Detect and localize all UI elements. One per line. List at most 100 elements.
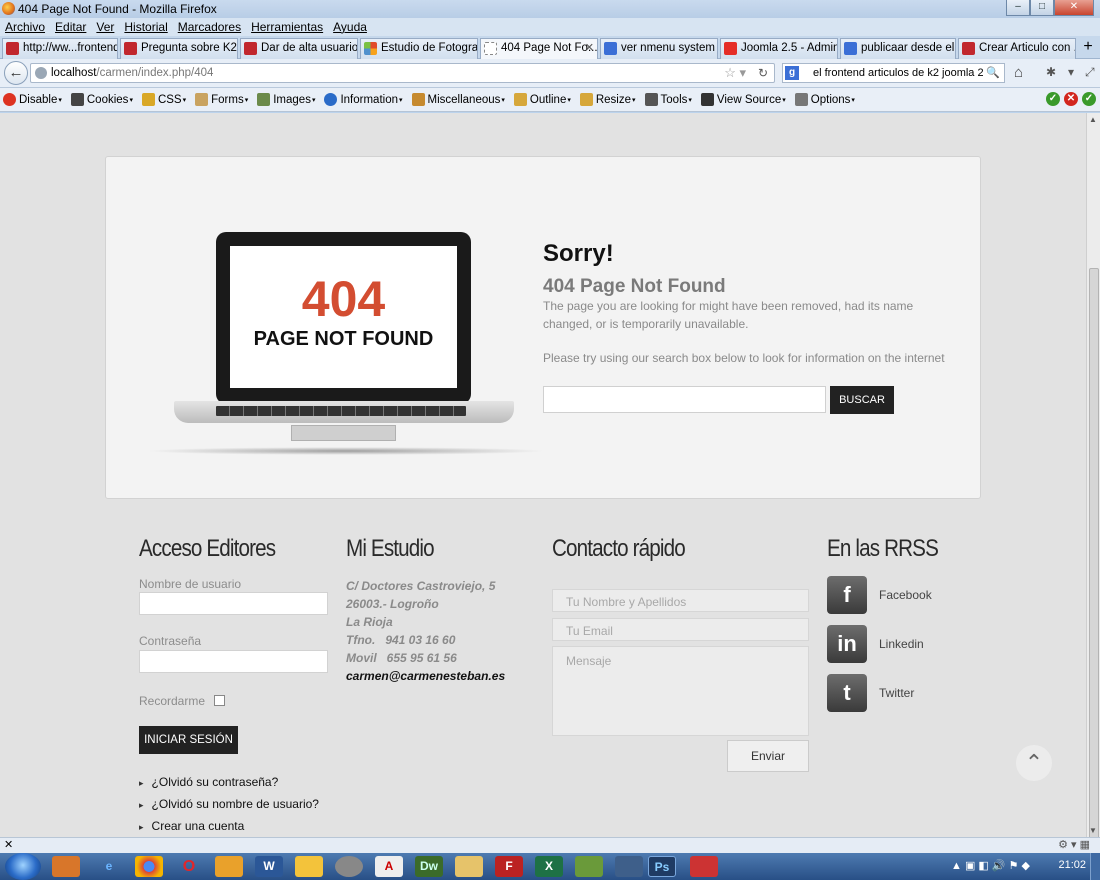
utility-taskbar-icon[interactable] <box>335 856 363 877</box>
buscar-button[interactable]: BUSCAR <box>830 386 894 414</box>
password-field[interactable] <box>139 650 328 673</box>
browser-tab[interactable]: http://ww...frontend <box>2 38 118 59</box>
linkedin-label[interactable]: Linkedin <box>879 637 924 651</box>
close-tab-icon[interactable]: ✕ <box>585 39 594 58</box>
close-addon-bar-icon[interactable]: ✕ <box>4 839 13 851</box>
dev-images-menu[interactable]: Images ▾ <box>257 93 315 106</box>
system-tray[interactable]: ▲ ▣ ◧ 🔊 ⚑ ◆ <box>951 859 1030 872</box>
valid-check-icon[interactable]: ✓ <box>1046 92 1060 106</box>
minimize-button[interactable]: – <box>1006 0 1030 16</box>
username-field[interactable] <box>139 592 328 615</box>
dev-disable-menu[interactable]: Disable ▾ <box>3 93 62 106</box>
url-bar[interactable]: localhost/carmen/index.php/404 ☆ ▾ ↻ <box>30 63 775 83</box>
chrome-taskbar-icon[interactable] <box>135 856 163 877</box>
notes-taskbar-icon[interactable] <box>295 856 323 877</box>
filezilla-taskbar-icon[interactable]: F <box>495 856 523 877</box>
dev-tools-menu[interactable]: Tools ▾ <box>644 93 692 106</box>
dreamweaver-taskbar-icon[interactable]: Dw <box>415 856 443 877</box>
dev-resize-menu[interactable]: Resize ▾ <box>579 93 636 106</box>
menu-ver[interactable]: Ver <box>96 18 114 36</box>
resize-icon[interactable]: ⤢ <box>1085 65 1095 80</box>
dev-forms-menu[interactable]: Forms ▾ <box>195 93 248 106</box>
filezilla2-taskbar-icon[interactable] <box>690 856 718 877</box>
browser-tab-active[interactable]: 404 Page Not Fo... ✕ <box>480 38 598 60</box>
bookmark-star-icon[interactable]: ☆ ▾ <box>724 64 746 82</box>
opera-taskbar-icon[interactable]: O <box>175 856 203 877</box>
dev-css-menu[interactable]: CSS ▾ <box>141 93 186 106</box>
menu-herramientas[interactable]: Herramientas <box>251 18 323 36</box>
home-icon[interactable]: ⌂ <box>1014 64 1023 81</box>
addon-icon[interactable]: ✱ <box>1046 65 1056 79</box>
contact-name-field[interactable]: Tu Nombre y Apellidos <box>552 589 809 612</box>
twitter-label[interactable]: Twitter <box>879 686 914 700</box>
studio-email-link[interactable]: carmen@carmenesteban.es <box>346 667 505 685</box>
maximize-button[interactable]: □ <box>1030 0 1054 16</box>
firefox-taskbar-icon[interactable] <box>52 856 80 877</box>
search-input[interactable] <box>543 386 826 413</box>
menu-archivo[interactable]: Archivo <box>5 18 45 36</box>
dev-information-menu[interactable]: Information ▾ <box>324 93 403 106</box>
media-player-taskbar-icon[interactable] <box>215 856 243 877</box>
google-search-engine-icon[interactable]: g <box>785 66 799 80</box>
taskbar-clock[interactable]: 21:02 <box>1058 859 1086 871</box>
facebook-label[interactable]: Facebook <box>879 588 932 602</box>
page-scrollbar[interactable]: ▲ ▼ <box>1086 113 1100 863</box>
browser-tab[interactable]: Dar de alta usuarios... <box>240 38 358 59</box>
word-taskbar-icon[interactable]: W <box>255 856 283 877</box>
facebook-icon[interactable]: f <box>827 576 867 614</box>
send-button[interactable]: Enviar <box>727 740 809 772</box>
photoshop-taskbar-icon[interactable]: Ps <box>648 856 676 877</box>
dev-options-menu[interactable]: Options ▾ <box>794 93 855 106</box>
remember-checkbox[interactable] <box>214 695 225 706</box>
linkedin-icon[interactable]: in <box>827 625 867 663</box>
new-tab-button[interactable]: + <box>1078 38 1098 58</box>
dev-miscellaneous-menu[interactable]: Miscellaneous ▾ <box>411 93 505 106</box>
app-taskbar-icon[interactable] <box>575 856 603 877</box>
app2-taskbar-icon[interactable] <box>615 856 643 877</box>
gear-icon[interactable]: ⚙ ▾ ▦ <box>1058 838 1090 852</box>
browser-tab[interactable]: ver nmenu system ... <box>600 38 718 59</box>
dev-outline-menu[interactable]: Outline ▾ <box>513 93 571 106</box>
web-search-box[interactable]: g el frontend articulos de k2 joomla 2.5… <box>782 63 1005 83</box>
login-button[interactable]: INICIAR SESIÓN <box>139 726 238 754</box>
url-host: localhost <box>51 67 97 79</box>
menu-dropdown-icon[interactable]: ▾ <box>1068 65 1074 79</box>
dev-label: Miscellaneous <box>427 93 501 106</box>
start-button[interactable] <box>5 853 41 880</box>
menu-ayuda[interactable]: Ayuda <box>333 18 367 36</box>
menu-editar[interactable]: Editar <box>55 18 86 36</box>
error-x-icon[interactable]: ✕ <box>1064 92 1078 106</box>
dev-cookies-menu[interactable]: Cookies ▾ <box>70 93 133 106</box>
forgot-username-link[interactable]: ¿Olvidó su nombre de usuario? <box>139 797 319 811</box>
menu-historial[interactable]: Historial <box>124 18 167 36</box>
scroll-to-top-button[interactable]: ⌃ <box>1016 745 1052 781</box>
create-account-link[interactable]: Crear una cuenta <box>139 819 319 833</box>
site-identity-icon <box>35 67 47 79</box>
forgot-password-link[interactable]: ¿Olvidó su contraseña? <box>139 775 319 789</box>
valid-check-icon[interactable]: ✓ <box>1082 92 1096 106</box>
excel-taskbar-icon[interactable]: X <box>535 856 563 877</box>
contact-message-field[interactable]: Mensaje <box>552 646 809 736</box>
browser-tab[interactable]: Crear Articulo con ... <box>958 38 1076 59</box>
reload-icon[interactable]: ↻ <box>758 64 768 82</box>
browser-tab[interactable]: Estudio de Fotograf... <box>360 38 478 59</box>
explorer-taskbar-icon[interactable] <box>455 856 483 877</box>
twitter-icon[interactable]: t <box>827 674 867 712</box>
search-icon[interactable]: 🔍 <box>983 64 1000 82</box>
joomla-red-icon <box>962 42 975 55</box>
dev-view-source-menu[interactable]: View Source ▾ <box>700 93 786 106</box>
back-button[interactable]: ← <box>4 61 28 85</box>
error-card: 404 PAGE NOT FOUND Sorry! 404 Page Not F… <box>105 156 981 499</box>
ie-taskbar-icon[interactable]: e <box>95 856 123 877</box>
browser-tab[interactable]: Pregunta sobre K2 [... <box>120 38 238 59</box>
view-source-icon <box>700 93 714 106</box>
acrobat-taskbar-icon[interactable]: A <box>375 856 403 877</box>
contact-email-field[interactable]: Tu Email <box>552 618 809 641</box>
menu-marcadores[interactable]: Marcadores <box>178 18 241 36</box>
scrollbar-thumb[interactable] <box>1089 268 1099 863</box>
disable-icon <box>3 93 16 106</box>
close-window-button[interactable]: ✕ <box>1054 0 1094 16</box>
browser-tab[interactable]: Joomla 2.5 - Admin... <box>720 38 838 59</box>
show-desktop-button[interactable] <box>1090 853 1100 880</box>
browser-tab[interactable]: publicaar desde el f... <box>840 38 956 59</box>
